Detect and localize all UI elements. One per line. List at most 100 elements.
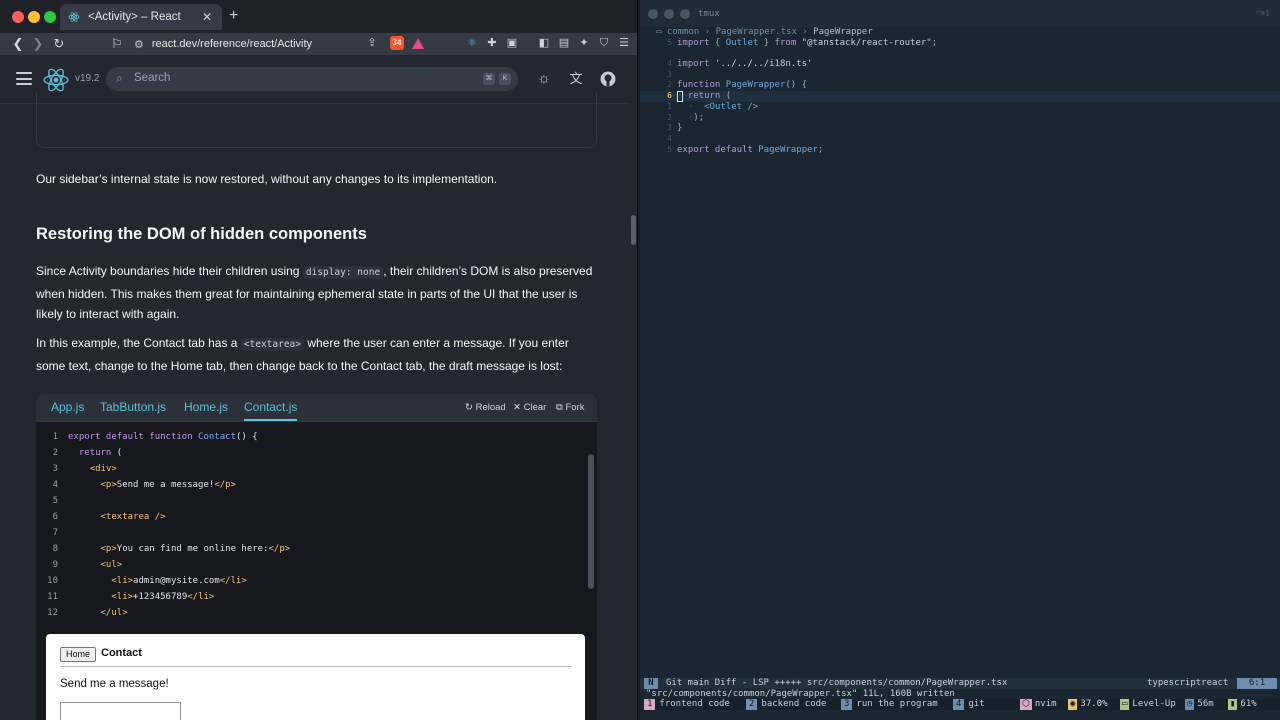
theme-toggle-sun-icon[interactable]: ☼ — [535, 70, 553, 88]
sidebar-toggle-icon[interactable]: ◧ — [537, 36, 551, 50]
tmux-window-3[interactable]: 3 run the program — [841, 699, 938, 710]
editor-line: export default PageWrapper; — [677, 145, 824, 155]
battery-value: 61% — [1240, 699, 1257, 709]
home-tab-button[interactable]: Home — [60, 647, 97, 662]
bookmark-icon[interactable]: ⚐ — [109, 36, 125, 52]
github-icon[interactable] — [599, 70, 617, 88]
code-line: <p>You can find me online here:</p> — [100, 544, 291, 554]
terminal-window: tmux ⌃⌘1 ▭ common › PageWrapper.tsx › Pa… — [640, 0, 1280, 720]
breadcrumb-path: common › PageWrapper.tsx › — [666, 27, 814, 37]
tab-close-icon[interactable]: ✕ — [200, 10, 214, 24]
extensions-puzzle-icon[interactable]: ✚ — [485, 36, 499, 50]
message-textarea[interactable] — [60, 702, 181, 720]
terminal-title: tmux — [698, 9, 720, 19]
url-field[interactable]: ⚙ react.dev/reference/react/Activity — [134, 35, 389, 53]
browser-tab-activity[interactable]: <Activity> – React ✕ — [60, 4, 222, 30]
code-line: </ul> — [100, 608, 128, 618]
browser-window: <Activity> – React ✕ + ❮ ❯ ↻ ⚐ ⚙ react.d… — [0, 0, 638, 720]
search-input[interactable]: ⌕ Search ⌘ K — [106, 67, 518, 91]
page-scroll-thumb[interactable] — [631, 215, 636, 245]
tab-home-js[interactable]: Home.js — [184, 400, 228, 414]
menu-icon[interactable]: ☰ — [617, 36, 631, 50]
vpn-shield-icon[interactable]: ⛉ — [597, 36, 611, 50]
folder-icon: ▭ — [656, 27, 667, 37]
paragraph-contact-tab: In this example, the Contact tab has a <… — [36, 333, 596, 376]
page-scrollbar[interactable] — [629, 55, 637, 720]
zoom-window-button[interactable] — [44, 11, 56, 23]
reload-icon[interactable]: ↻ — [51, 36, 67, 52]
line-number: 5 — [667, 38, 672, 47]
back-icon[interactable]: ❮ — [10, 36, 26, 52]
line-number: 2 — [667, 113, 672, 122]
nvim-icon: ⬡ — [1020, 699, 1032, 710]
react-devtools-icon[interactable]: ⚛ — [465, 36, 479, 50]
forward-icon[interactable]: ❯ — [30, 36, 46, 52]
tab-app-js[interactable]: App.js — [51, 400, 84, 414]
brave-rewards-icon[interactable] — [412, 38, 424, 49]
breadcrumb-current: PageWrapper — [813, 27, 873, 37]
code-line: export default function Contact() { — [68, 432, 258, 442]
cpu-icon: ◉ — [1068, 699, 1078, 710]
hamburger-menu-icon[interactable] — [16, 72, 32, 85]
editor-line: ·); — [677, 113, 705, 123]
p2-text-a: In this example, the Contact tab has a — [36, 336, 241, 350]
zoom-window-button[interactable] — [680, 9, 690, 19]
level-icon: ▭ — [1120, 699, 1130, 710]
window-name: backend code — [761, 699, 827, 709]
sandbox-file-tabs: App.js TabButton.js Home.js Contact.js ↻… — [36, 394, 597, 422]
react-logo-icon[interactable] — [42, 66, 70, 94]
new-tab-button[interactable]: + — [229, 7, 238, 25]
line-number: 9 — [52, 560, 58, 570]
nvim-statusline: N Git main Diff - LSP +++++ src/componen… — [640, 678, 1280, 689]
line-number: 5 — [52, 496, 58, 506]
line-number: 10 — [47, 576, 58, 586]
clear-icon: ✕ — [513, 402, 524, 413]
p1-text-a: Since Activity boundaries hide their chi… — [36, 264, 303, 278]
tmux-level: ▭ Level-Up — [1120, 699, 1176, 710]
editor-scrollbar[interactable] — [588, 454, 594, 589]
tmux-window-2[interactable]: 2 backend code — [746, 699, 826, 710]
tmux-time: ◷ 56m — [1185, 699, 1214, 710]
fork-button[interactable]: ⧉ Fork — [556, 402, 584, 413]
preview-message: Send me a message! — [60, 678, 169, 690]
editor-line: import '../../../i18n.ts' — [677, 59, 813, 69]
battery-icon: ▮ — [1228, 699, 1238, 710]
line-number: 1 — [667, 102, 672, 111]
minimize-window-button[interactable] — [664, 9, 674, 19]
intro-paragraph: Our sidebar’s internal state is now rest… — [36, 172, 498, 186]
inline-code-textarea: <textarea> — [240, 338, 304, 351]
close-window-button[interactable] — [12, 11, 24, 23]
line-number-current: 6 — [667, 91, 672, 100]
level-label: Level-Up — [1132, 699, 1176, 709]
code-editor[interactable]: 1 2 3 4 5 6 7 8 9 10 11 12 export defaul… — [36, 422, 597, 622]
nvim-message: "src/components/common/PageWrapper.tsx" … — [646, 689, 955, 699]
line-number: 12 — [47, 608, 58, 618]
line-number: 4 — [52, 480, 58, 490]
reload-button[interactable]: ↻ Reload — [465, 402, 506, 413]
close-window-button[interactable] — [648, 9, 658, 19]
line-number: 11 — [47, 592, 58, 602]
minimize-window-button[interactable] — [28, 11, 40, 23]
git-status: Git main Diff - LSP +++++ src/components… — [666, 678, 1008, 688]
editor-line: return ( — [687, 91, 732, 101]
language-icon[interactable]: 文 — [567, 70, 585, 88]
tmux-window-1[interactable]: 1 frontend code — [644, 699, 730, 710]
paragraph-display-none: Since Activity boundaries hide their chi… — [36, 261, 596, 325]
contact-tab-label[interactable]: Contact — [101, 647, 142, 659]
clear-button[interactable]: ✕ Clear — [513, 402, 546, 413]
tmux-battery: ▮ 61% — [1228, 699, 1257, 710]
tmux-window-4[interactable]: 4 git — [953, 699, 985, 710]
kbd-k: K — [499, 73, 511, 85]
leo-ai-icon[interactable]: ✦ — [577, 36, 591, 50]
share-icon[interactable]: ⇪ — [365, 36, 379, 50]
brave-shields-icon[interactable]: 34 — [390, 36, 404, 50]
extension-window-icon[interactable]: ▣ — [505, 36, 519, 50]
code-line: return ( — [78, 448, 123, 458]
tab-tabbutton-js[interactable]: TabButton.js — [100, 400, 166, 414]
wallet-icon[interactable]: ▤ — [557, 36, 571, 50]
code-line: <li>+123456789</li> — [111, 592, 215, 602]
tab-contact-js[interactable]: Contact.js — [244, 400, 298, 421]
line-number: 6 — [52, 512, 58, 522]
site-settings-icon[interactable]: ⚙ — [134, 38, 144, 51]
cpu-value: 37.0% — [1080, 699, 1108, 709]
